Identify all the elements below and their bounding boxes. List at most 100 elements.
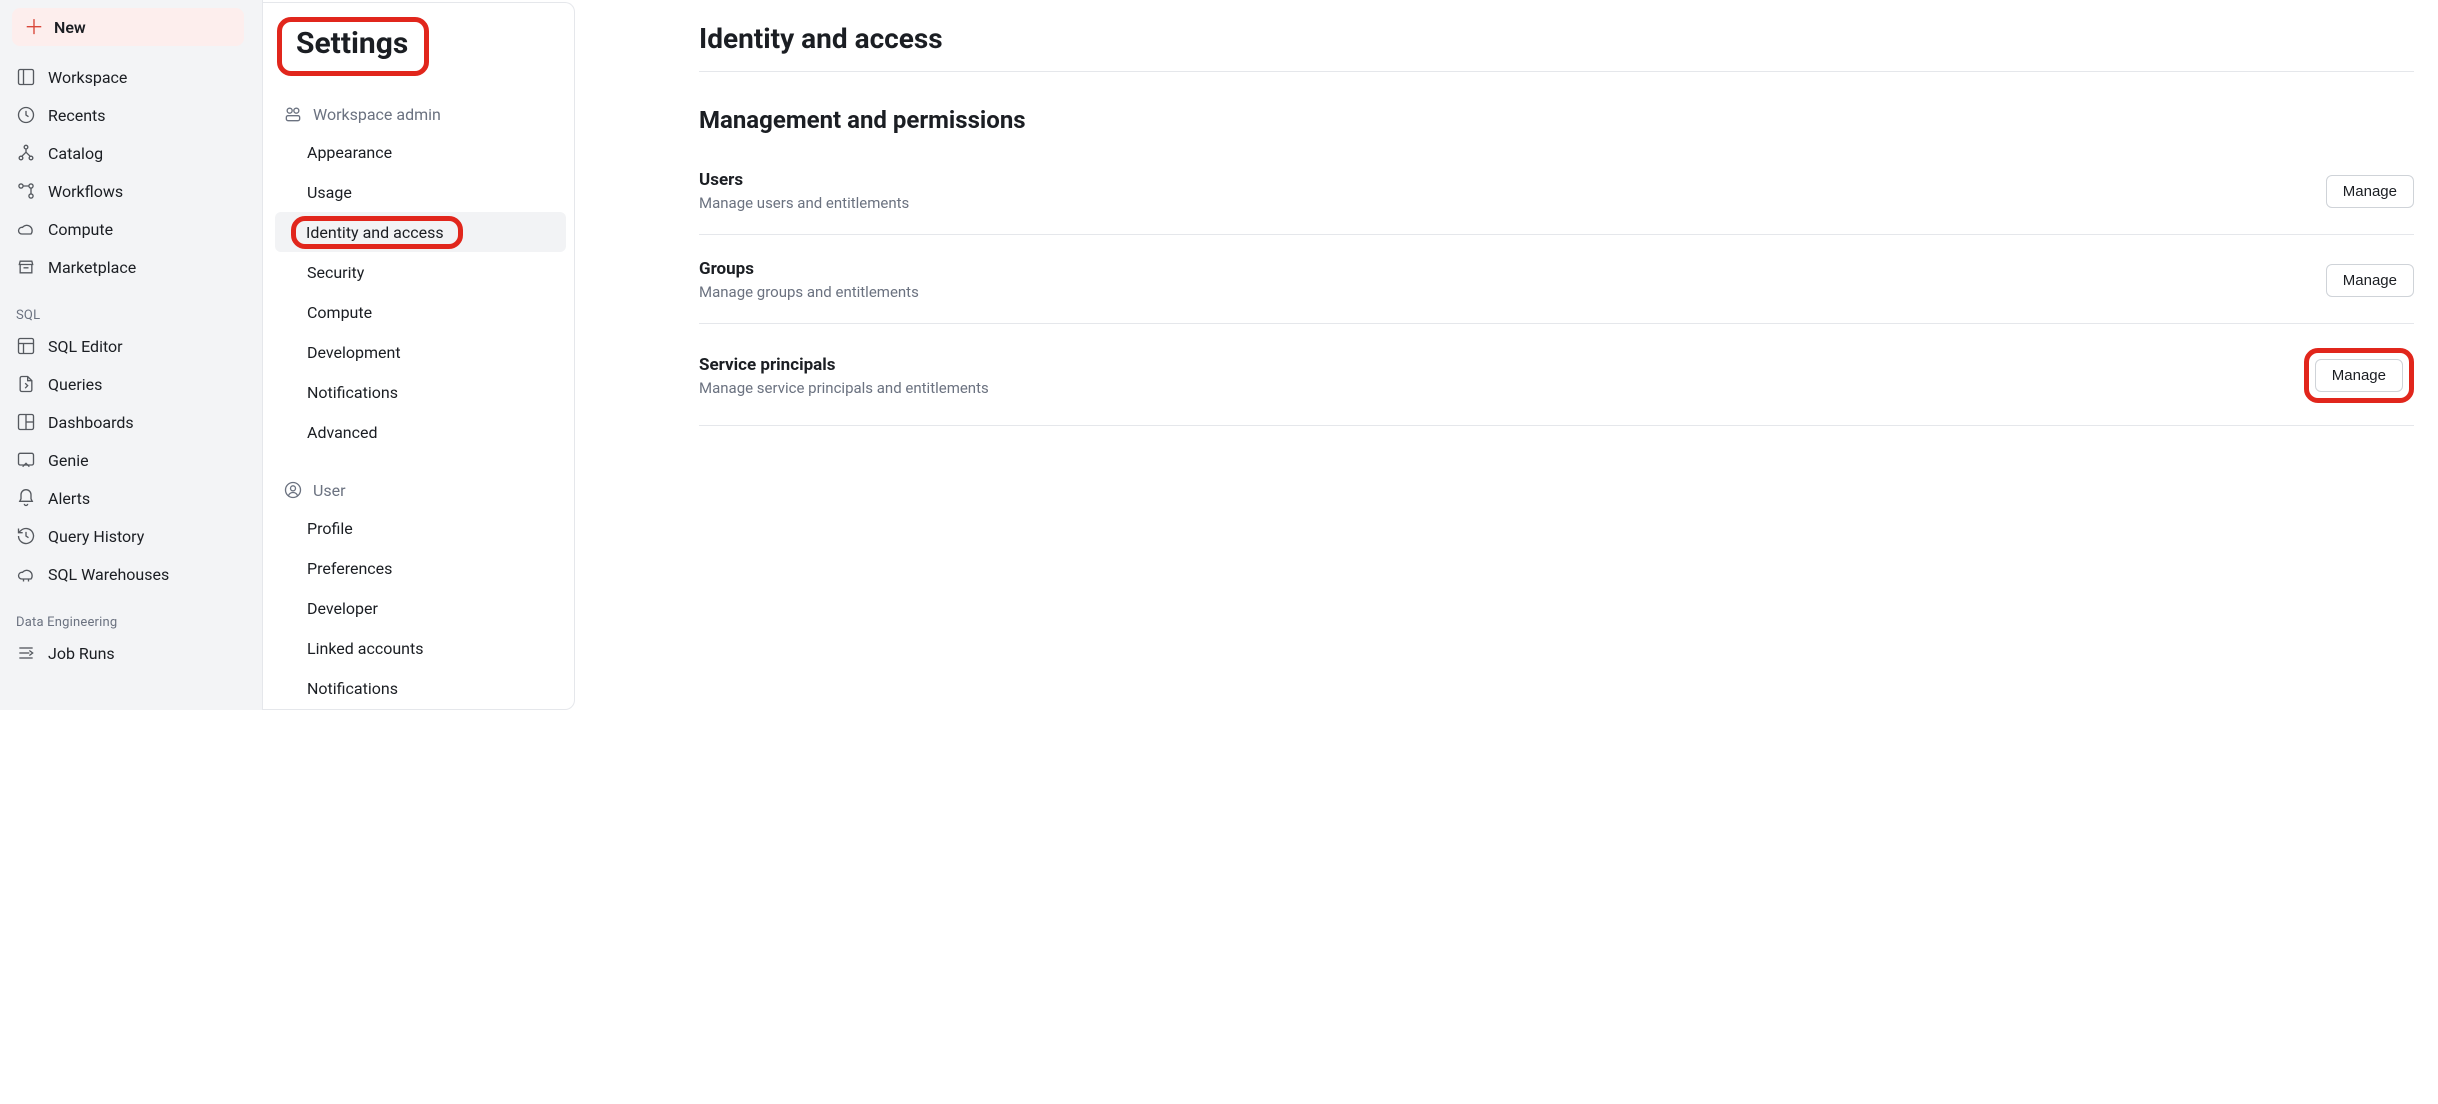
settings-item-developer[interactable]: Developer	[275, 588, 566, 628]
nav-item-job-runs[interactable]: Job Runs	[12, 634, 250, 672]
settings-item-label: Usage	[307, 183, 352, 202]
nav-item-sql-warehouses[interactable]: SQL Warehouses	[12, 555, 250, 593]
settings-item-appearance[interactable]: Appearance	[275, 132, 566, 172]
nav-item-catalog[interactable]: Catalog	[12, 134, 250, 172]
nav-group-label-data-engineering: Data Engineering	[16, 615, 250, 630]
settings-sidebar: Settings Workspace admin Appearance Usage I…	[263, 2, 575, 710]
settings-item-linked-accounts[interactable]: Linked accounts	[275, 628, 566, 668]
nav-item-label: Queries	[48, 375, 102, 394]
settings-item-security[interactable]: Security	[275, 252, 566, 292]
settings-item-compute[interactable]: Compute	[275, 292, 566, 332]
settings-row-service-principals: Service principals Manage service princip…	[699, 324, 2414, 426]
store-icon	[16, 257, 36, 277]
row-title: Groups	[699, 259, 919, 279]
settings-item-label: Developer	[307, 599, 378, 618]
genie-icon	[16, 450, 36, 470]
query-icon	[16, 374, 36, 394]
nav-item-query-history[interactable]: Query History	[12, 517, 250, 555]
nav-item-label: Recents	[48, 106, 106, 125]
warehouse-icon	[16, 564, 36, 584]
workflow-icon	[16, 181, 36, 201]
settings-title: Settings	[296, 26, 408, 61]
user-icon	[283, 480, 303, 500]
section-title: Management and permissions	[699, 106, 2414, 134]
settings-group-user: User	[275, 476, 566, 504]
new-button-label: New	[54, 18, 86, 37]
nav-item-workflows[interactable]: Workflows	[12, 172, 250, 210]
row-desc: Manage service principals and entitlemen…	[699, 379, 989, 397]
nav-item-label: Compute	[48, 220, 113, 239]
settings-item-label: Security	[307, 263, 364, 282]
history-icon	[16, 526, 36, 546]
panel-icon	[16, 67, 36, 87]
settings-group-label: User	[313, 481, 346, 500]
row-title: Users	[699, 170, 909, 190]
settings-item-label: Development	[307, 343, 401, 362]
admin-icon	[283, 104, 303, 124]
settings-item-label: Appearance	[307, 143, 392, 162]
nav-item-label: Workspace	[48, 68, 127, 87]
nav-item-label: Workflows	[48, 182, 123, 201]
nav-item-sql-editor[interactable]: SQL Editor	[12, 327, 250, 365]
nav-item-recents[interactable]: Recents	[12, 96, 250, 134]
row-desc: Manage groups and entitlements	[699, 283, 919, 301]
nav-item-queries[interactable]: Queries	[12, 365, 250, 403]
settings-item-label: Preferences	[307, 559, 392, 578]
nav-group-label-sql: SQL	[16, 308, 250, 323]
nav-item-compute[interactable]: Compute	[12, 210, 250, 248]
settings-item-highlight: Identity and access	[291, 216, 463, 249]
row-desc: Manage users and entitlements	[699, 194, 909, 212]
clock-icon	[16, 105, 36, 125]
nav-item-dashboards[interactable]: Dashboards	[12, 403, 250, 441]
row-title: Service principals	[699, 355, 989, 375]
main-content: Identity and access Management and permi…	[575, 0, 2438, 710]
nav-item-label: Alerts	[48, 489, 90, 508]
plus-icon: ＋	[24, 17, 44, 37]
settings-item-label: Advanced	[307, 423, 378, 442]
nav-item-label: Dashboards	[48, 413, 134, 432]
settings-item-label: Profile	[307, 519, 353, 538]
cloud-icon	[16, 219, 36, 239]
bell-icon	[16, 488, 36, 508]
primary-nav: ＋ New Workspace Recents Catalog Workflows Co…	[0, 0, 263, 710]
dashboard-icon	[16, 412, 36, 432]
settings-item-identity-and-access[interactable]: Identity and access	[275, 212, 566, 252]
settings-item-notifications[interactable]: Notifications	[275, 372, 566, 412]
settings-item-label: Linked accounts	[307, 639, 424, 658]
manage-button-users[interactable]: Manage	[2326, 175, 2414, 208]
hierarchy-icon	[16, 143, 36, 163]
settings-item-label: Notifications	[307, 383, 398, 402]
settings-row-users: Users Manage users and entitlements Manage	[699, 146, 2414, 235]
sql-icon	[16, 336, 36, 356]
settings-item-label: Notifications	[307, 679, 398, 698]
nav-item-label: SQL Warehouses	[48, 565, 169, 584]
settings-item-profile[interactable]: Profile	[275, 508, 566, 548]
settings-title-highlight: Settings	[277, 17, 429, 76]
settings-item-usage[interactable]: Usage	[275, 172, 566, 212]
nav-item-label: Genie	[48, 451, 89, 470]
nav-item-label: SQL Editor	[48, 337, 123, 356]
nav-item-alerts[interactable]: Alerts	[12, 479, 250, 517]
nav-item-label: Query History	[48, 527, 144, 546]
settings-item-preferences[interactable]: Preferences	[275, 548, 566, 588]
settings-item-advanced[interactable]: Advanced	[275, 412, 566, 452]
nav-item-marketplace[interactable]: Marketplace	[12, 248, 250, 286]
settings-row-groups: Groups Manage groups and entitlements Mana…	[699, 235, 2414, 324]
settings-item-label: Identity and access	[306, 223, 444, 242]
nav-item-label: Job Runs	[48, 644, 115, 663]
page-title: Identity and access	[699, 22, 2414, 55]
settings-item-label: Compute	[307, 303, 372, 322]
nav-item-label: Catalog	[48, 144, 103, 163]
new-button[interactable]: ＋ New	[12, 8, 244, 46]
nav-item-genie[interactable]: Genie	[12, 441, 250, 479]
settings-item-development[interactable]: Development	[275, 332, 566, 372]
jobruns-icon	[16, 643, 36, 663]
settings-group-workspace-admin: Workspace admin	[275, 100, 566, 128]
settings-group-label: Workspace admin	[313, 105, 441, 124]
manage-button-service-principals[interactable]: Manage	[2315, 359, 2403, 392]
nav-item-label: Marketplace	[48, 258, 136, 277]
manage-button-groups[interactable]: Manage	[2326, 264, 2414, 297]
divider	[699, 71, 2414, 72]
nav-item-workspace[interactable]: Workspace	[12, 58, 250, 96]
settings-item-notifications[interactable]: Notifications	[275, 668, 566, 708]
